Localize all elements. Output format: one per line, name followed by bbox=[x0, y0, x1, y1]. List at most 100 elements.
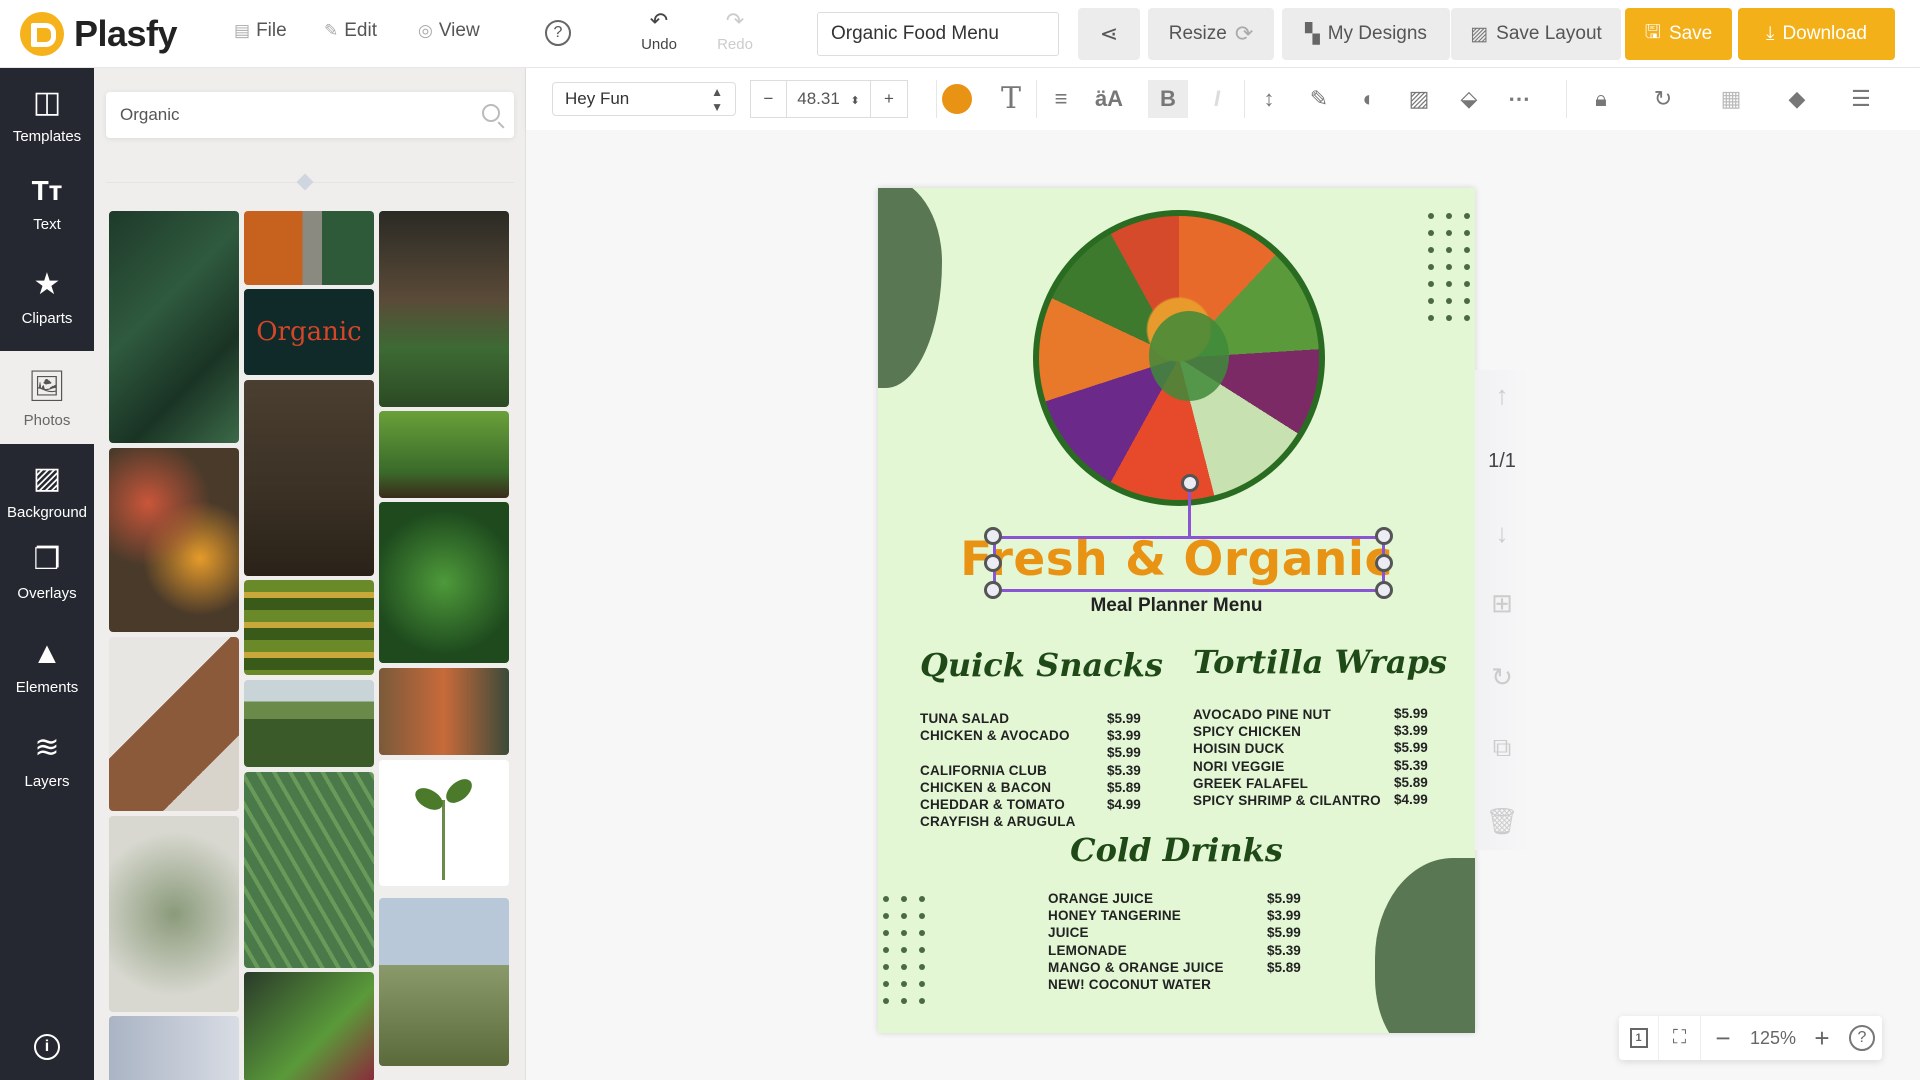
decorative-dots-top-right bbox=[1428, 213, 1470, 321]
page-down-button[interactable]: ↓ bbox=[1480, 518, 1524, 549]
delete-page-button[interactable]: 🗑︎ bbox=[1480, 806, 1524, 837]
page-view-button[interactable]: 1 bbox=[1619, 1016, 1659, 1060]
photo-thumb-water-drops-leaf[interactable] bbox=[379, 502, 509, 663]
text-color-button[interactable] bbox=[940, 83, 974, 115]
photo-search-input[interactable]: Organic bbox=[106, 92, 514, 138]
zoom-in-button[interactable]: + bbox=[1801, 1016, 1843, 1060]
file-icon: ▤ bbox=[234, 21, 251, 40]
share-button[interactable]: ⋖ bbox=[1078, 8, 1140, 60]
font-family-select[interactable]: Hey Fun ▲ ▼ bbox=[552, 82, 736, 116]
transparency-icon[interactable]: ▦ bbox=[1714, 84, 1748, 114]
cold-drinks-prices[interactable]: $5.99 $3.99 $5.99 $5.39 $5.89 bbox=[1267, 890, 1301, 976]
menu-item: ORANGE JUICE bbox=[1048, 891, 1154, 906]
align-center-icon[interactable]: ≡ bbox=[1044, 84, 1078, 114]
rail-item-overlays[interactable]: ❐ Overlays bbox=[0, 541, 94, 602]
photo-thumb-vegetables-market[interactable] bbox=[109, 448, 239, 632]
opacity-icon[interactable]: ◐ bbox=[1352, 84, 1386, 114]
rail-item-elements[interactable]: ▲ Elements bbox=[0, 635, 94, 696]
search-icon[interactable] bbox=[482, 104, 500, 122]
info-icon[interactable]: i bbox=[34, 1034, 60, 1060]
photo-thumb-sprout[interactable] bbox=[379, 760, 509, 886]
resize-button[interactable]: Resize ⟳ bbox=[1148, 8, 1274, 60]
save-button[interactable]: 🖫 Save bbox=[1625, 8, 1732, 60]
quick-snacks-prices[interactable]: $5.99 $3.99 $5.99 $5.39 $5.89 $4.99 bbox=[1107, 710, 1141, 813]
more-options-icon[interactable]: ⋯ bbox=[1502, 84, 1536, 114]
photo-thumb-wooden-board-shadow[interactable] bbox=[109, 637, 239, 811]
layer-order-icon[interactable]: ◆ bbox=[1780, 84, 1814, 114]
line-spacing-icon[interactable]: ↕ bbox=[1252, 84, 1286, 114]
photo-thumb-farm-fields[interactable] bbox=[244, 680, 374, 767]
page-up-button[interactable]: ↑ bbox=[1480, 380, 1524, 411]
logo[interactable]: Plasfy bbox=[20, 12, 178, 56]
photo-thumb-big-green-leaf[interactable] bbox=[244, 772, 374, 968]
photo-thumb-seedlings-row[interactable] bbox=[379, 411, 509, 498]
fill-bucket-icon[interactable]: ⬙ bbox=[1452, 84, 1486, 114]
save-layout-button[interactable]: ▨ Save Layout bbox=[1451, 8, 1621, 60]
highlight-pen-icon[interactable]: ✎ bbox=[1302, 84, 1336, 114]
photo-thumb-eucalyptus-branches[interactable] bbox=[109, 816, 239, 1012]
shapes-icon: ▲ bbox=[32, 637, 62, 670]
menu-file[interactable]: ▤ File bbox=[234, 20, 287, 42]
tortilla-wraps-prices[interactable]: $5.99 $3.99 $5.99 $5.39 $5.89 $4.99 bbox=[1394, 705, 1428, 808]
font-size-increase-button[interactable]: + bbox=[871, 81, 907, 117]
design-page[interactable]: Fresh & Organic Meal Planner Menu Quick … bbox=[878, 188, 1475, 1033]
star-icon: ★ bbox=[33, 268, 61, 301]
quick-snacks-items[interactable]: TUNA SALAD CHICKEN & AVOCADO CALIFORNIA … bbox=[920, 710, 1076, 830]
lock-icon[interactable]: 🔒︎ bbox=[1584, 84, 1618, 114]
rotate-icon[interactable]: ↻ bbox=[1646, 84, 1680, 114]
toolbar-separator bbox=[936, 80, 937, 118]
photo-thumb-jars[interactable] bbox=[109, 1016, 239, 1080]
zoom-help-button[interactable]: ? bbox=[1843, 1016, 1881, 1060]
rail-item-text[interactable]: Tт Text bbox=[0, 172, 94, 233]
photo-thumb-organic-word-chili[interactable]: Organic bbox=[244, 289, 374, 375]
section-heading-tortilla-wraps[interactable]: Tortilla Wraps bbox=[1193, 643, 1447, 681]
color-swatch-icon bbox=[942, 84, 972, 115]
adjustments-icon[interactable]: ☰ bbox=[1844, 84, 1878, 114]
bold-button[interactable]: B bbox=[1148, 80, 1188, 118]
undo-button[interactable]: ↶ Undo bbox=[634, 8, 684, 53]
rail-item-layers[interactable]: ≋ Layers bbox=[0, 729, 94, 790]
photo-thumb-gardening-gloves[interactable] bbox=[244, 972, 374, 1080]
cold-drinks-items[interactable]: ORANGE JUICE HONEY TANGERINE JUICE LEMON… bbox=[1048, 890, 1224, 993]
duplicate-page-button[interactable]: ⧉ bbox=[1480, 732, 1524, 764]
resize-handle-top-right[interactable] bbox=[1375, 527, 1393, 545]
text-case-icon[interactable]: äA bbox=[1092, 84, 1126, 114]
photo-thumb-hands-soil[interactable] bbox=[244, 380, 374, 576]
rail-item-background[interactable]: ▨ Background bbox=[0, 460, 94, 521]
resize-handle-middle-right[interactable] bbox=[1375, 554, 1393, 572]
font-size-decrease-button[interactable]: − bbox=[751, 81, 787, 117]
resize-handle-top-left[interactable] bbox=[984, 527, 1002, 545]
rail-item-cliparts[interactable]: ★ Cliparts bbox=[0, 266, 94, 327]
font-size-input[interactable]: 48.31 ⬍ bbox=[787, 81, 871, 117]
refresh-page-button[interactable]: ↻ bbox=[1480, 662, 1524, 693]
photo-thumb-watering-can-plants[interactable] bbox=[379, 211, 509, 407]
fullscreen-button[interactable]: ⛶ bbox=[1659, 1016, 1701, 1060]
italic-button[interactable]: I bbox=[1200, 84, 1234, 114]
photo-thumb-produce-shelves[interactable] bbox=[244, 580, 374, 675]
text-style-icon[interactable]: T bbox=[994, 84, 1028, 114]
download-button[interactable]: ⤓ Download bbox=[1738, 8, 1895, 60]
menu-edit[interactable]: ✎ Edit bbox=[324, 20, 377, 42]
add-page-button[interactable]: ⊞ bbox=[1480, 588, 1524, 619]
menu-price: $5.89 bbox=[1394, 774, 1428, 790]
rail-item-templates[interactable]: ◫ Templates bbox=[0, 84, 94, 145]
photo-thumb-carrots-bunch[interactable] bbox=[244, 211, 374, 285]
redo-button[interactable]: ↷ Redo bbox=[710, 8, 760, 53]
photo-thumb-dark-green-leaves[interactable] bbox=[109, 211, 239, 443]
texture-icon[interactable]: ▨ bbox=[1402, 84, 1436, 114]
resize-handle-middle-left[interactable] bbox=[984, 554, 1002, 572]
rail-item-photos[interactable]: 🖼 Photos bbox=[0, 351, 94, 444]
document-name-input[interactable]: Organic Food Menu bbox=[817, 12, 1059, 56]
help-button[interactable]: ? bbox=[545, 20, 571, 46]
menu-view[interactable]: ◎ View bbox=[418, 20, 480, 42]
my-designs-button[interactable]: ▚ My Designs bbox=[1282, 8, 1450, 60]
rotate-handle[interactable] bbox=[1181, 474, 1199, 492]
tortilla-wraps-items[interactable]: AVOCADO PINE NUT SPICY CHICKEN HOISIN DU… bbox=[1193, 706, 1381, 809]
photo-thumb-wheat-field[interactable] bbox=[379, 898, 509, 1066]
photo-thumb-market-stall[interactable] bbox=[379, 668, 509, 755]
salad-bowl-image[interactable] bbox=[1033, 210, 1325, 506]
zoom-out-button[interactable]: − bbox=[1701, 1016, 1745, 1060]
section-heading-quick-snacks[interactable]: Quick Snacks bbox=[920, 646, 1163, 684]
menu-subtitle[interactable]: Meal Planner Menu bbox=[878, 595, 1475, 617]
section-heading-cold-drinks[interactable]: Cold Drinks bbox=[878, 831, 1475, 869]
